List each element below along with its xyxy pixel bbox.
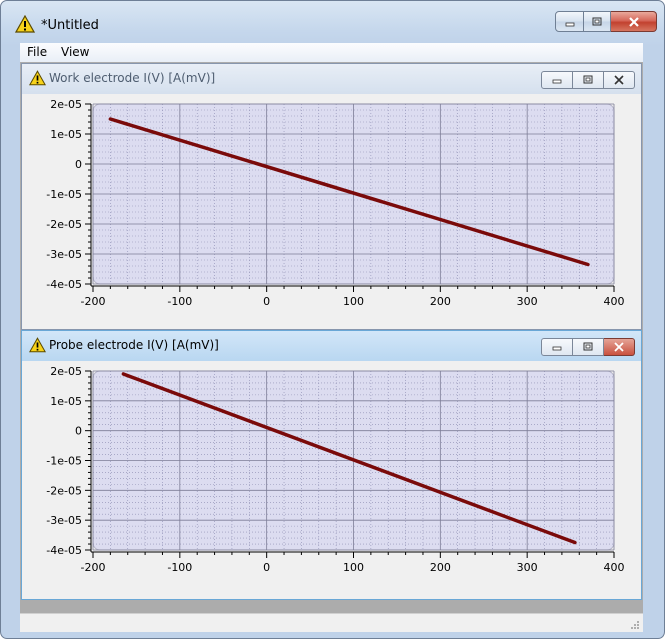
x-tick-label: 300: [517, 295, 538, 308]
work-electrode-title-bar[interactable]: Work electrode I(V) [A(mV)]: [22, 64, 641, 94]
menu-bar: File View: [20, 43, 643, 63]
mdi-workspace: Work electrode I(V) [A(mV)] -200 -100 0 100…: [20, 62, 643, 613]
menu-file[interactable]: File: [27, 45, 47, 59]
menu-view[interactable]: View: [61, 45, 89, 59]
work-close-button[interactable]: [604, 71, 635, 89]
x-tick-label: -200: [81, 561, 106, 574]
close-icon: [628, 16, 639, 27]
work-electrode-window: Work electrode I(V) [A(mV)] -200 -100 0 100…: [21, 63, 642, 330]
resize-grip-icon[interactable]: [630, 620, 640, 630]
y-tick-label: 2e-05: [50, 365, 82, 378]
minimize-button[interactable]: [555, 11, 584, 32]
maximize-icon: [583, 342, 593, 351]
probe-close-button[interactable]: [604, 338, 635, 356]
x-tick-label: -100: [167, 295, 192, 308]
x-tick-label: 400: [604, 561, 625, 574]
close-button[interactable]: [611, 11, 657, 32]
x-tick-label: 400: [604, 295, 625, 308]
probe-electrode-title: Probe electrode I(V) [A(mV)]: [49, 338, 219, 352]
x-tick-label: 0: [263, 295, 270, 308]
probe-electrode-chart: -200 -100 0 100 200 300 400 2e-05 1e-05 0 -1e-05 -2…: [46, 365, 625, 574]
x-tick-label: -200: [81, 295, 106, 308]
x-tick-label: 200: [430, 561, 451, 574]
y-tick-label: -3e-05: [46, 248, 82, 261]
main-window: *Untitled File View Work electrode I(V) …: [0, 0, 665, 639]
y-tick-label: -2e-05: [46, 484, 82, 497]
x-tick-label: 300: [517, 561, 538, 574]
y-tick-label: 0: [75, 158, 82, 171]
maximize-icon: [583, 75, 593, 84]
x-tick-label: 0: [263, 561, 270, 574]
warning-icon: [29, 70, 46, 86]
status-bar: [20, 613, 643, 632]
close-icon: [614, 342, 624, 352]
probe-electrode-title-bar[interactable]: Probe electrode I(V) [A(mV)]: [22, 331, 641, 361]
y-tick-label: 2e-05: [50, 98, 82, 111]
x-tick-label: 100: [343, 295, 364, 308]
window-title: *Untitled: [41, 18, 99, 33]
probe-electrode-window: Probe electrode I(V) [A(mV)] -200 -100 0 10…: [21, 330, 642, 600]
minimize-icon: [552, 346, 562, 351]
work-electrode-title: Work electrode I(V) [A(mV)]: [49, 71, 216, 85]
restore-icon: [592, 17, 602, 25]
y-tick-label: 0: [75, 425, 82, 438]
y-tick-label: -4e-05: [46, 278, 82, 291]
minimize-icon: [552, 79, 562, 84]
y-tick-label: 1e-05: [50, 128, 82, 141]
x-tick-label: -100: [167, 561, 192, 574]
probe-maximize-button[interactable]: [573, 338, 604, 356]
y-tick-label: 1e-05: [50, 395, 82, 408]
minimize-icon: [565, 22, 574, 26]
y-tick-label: -2e-05: [46, 218, 82, 231]
warning-icon: [15, 15, 35, 33]
warning-icon: [29, 337, 46, 353]
y-tick-label: -3e-05: [46, 514, 82, 527]
title-bar[interactable]: *Untitled: [1, 1, 664, 39]
y-tick-label: -4e-05: [46, 544, 82, 557]
work-maximize-button[interactable]: [573, 71, 604, 89]
probe-minimize-button[interactable]: [541, 338, 573, 356]
work-minimize-button[interactable]: [541, 71, 573, 89]
x-tick-label: 200: [430, 295, 451, 308]
y-tick-label: -1e-05: [46, 188, 82, 201]
close-icon: [614, 75, 624, 85]
restore-button[interactable]: [584, 11, 611, 32]
x-tick-label: 100: [343, 561, 364, 574]
work-electrode-chart: -200 -100 0 100 200 300 400 2e-05 1e-05 0 -1e-05 -2…: [46, 98, 625, 308]
y-tick-label: -1e-05: [46, 455, 82, 468]
